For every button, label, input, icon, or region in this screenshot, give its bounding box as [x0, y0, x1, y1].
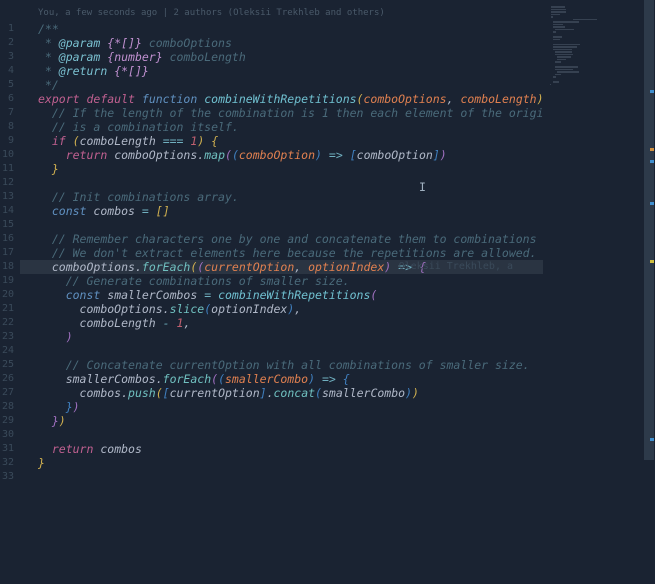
line-number[interactable]: 12 — [0, 176, 14, 190]
code-line[interactable]: } — [20, 456, 543, 470]
line-number[interactable]: 13 — [0, 190, 14, 204]
line-number[interactable]: 30 — [0, 428, 14, 442]
code-line[interactable] — [20, 176, 543, 190]
code-area[interactable]: You, a few seconds ago | 2 authors (Olek… — [20, 0, 543, 584]
code-line[interactable]: // Remember characters one by one and co… — [20, 232, 543, 246]
overview-marker[interactable] — [650, 438, 654, 441]
line-number[interactable]: 14 — [0, 204, 14, 218]
code-line[interactable]: */ — [20, 78, 543, 92]
code-line[interactable]: comboOptions.slice(optionIndex), — [20, 302, 543, 316]
line-number[interactable]: 31 — [0, 442, 14, 456]
line-number[interactable]: 27 — [0, 386, 14, 400]
git-blame-header: You, a few seconds ago | 2 authors (Olek… — [20, 8, 543, 20]
line-number[interactable]: 4 — [0, 64, 14, 78]
overview-marker[interactable] — [650, 160, 654, 163]
code-line[interactable]: return comboOptions.map((comboOption) =>… — [20, 148, 543, 162]
code-line[interactable]: comboOptions.forEach((currentOption, opt… — [20, 260, 543, 274]
code-lines[interactable]: /** * @param {*[]} comboOptions * @param… — [20, 20, 543, 484]
code-line[interactable]: smallerCombos.forEach((smallerCombo) => … — [20, 372, 543, 386]
code-line[interactable]: combos.push([currentOption].concat(small… — [20, 386, 543, 400]
code-line[interactable]: }) — [20, 400, 543, 414]
code-line[interactable]: // Generate combinations of smaller size… — [20, 274, 543, 288]
line-number[interactable]: 20 — [0, 288, 14, 302]
inline-git-blame: Oleksii Trekhleb, a — [399, 260, 513, 274]
code-line[interactable]: } — [20, 162, 543, 176]
code-line[interactable]: // We don't extract elements here becaus… — [20, 246, 543, 260]
line-number[interactable]: 15 — [0, 218, 14, 232]
line-number[interactable]: 2 — [0, 36, 14, 50]
overview-marker[interactable] — [650, 202, 654, 205]
line-number[interactable]: 28 — [0, 400, 14, 414]
code-line[interactable]: if (comboLength === 1) { — [20, 134, 543, 148]
line-number[interactable]: 7 — [0, 106, 14, 120]
code-line[interactable]: * @param {*[]} comboOptions — [20, 36, 543, 50]
vertical-scrollbar[interactable] — [643, 0, 655, 584]
line-number[interactable]: 5 — [0, 78, 14, 92]
line-number[interactable]: 32 — [0, 456, 14, 470]
code-line[interactable]: // Init combinations array. — [20, 190, 543, 204]
code-line[interactable]: export default function combineWithRepet… — [20, 92, 543, 106]
minimap-content — [547, 6, 639, 89]
line-number[interactable]: 21 — [0, 302, 14, 316]
code-line[interactable]: const combos = [] — [20, 204, 543, 218]
line-number[interactable]: 22 — [0, 316, 14, 330]
code-line[interactable]: // is a combination itself. — [20, 120, 543, 134]
minimap[interactable] — [543, 0, 643, 584]
editor-root: 1234567891011121314151617181920212223242… — [0, 0, 655, 584]
line-number[interactable]: 17 — [0, 246, 14, 260]
line-number[interactable]: 11 — [0, 162, 14, 176]
line-number[interactable]: 23 — [0, 330, 14, 344]
code-line[interactable]: ) — [20, 330, 543, 344]
text-cursor: I — [419, 180, 420, 194]
line-number[interactable]: 9 — [0, 134, 14, 148]
line-number[interactable]: 1 — [0, 22, 14, 36]
line-number[interactable]: 3 — [0, 50, 14, 64]
line-number[interactable]: 6 — [0, 92, 14, 106]
overview-marker[interactable] — [650, 260, 654, 263]
code-line[interactable]: // If the length of the combination is 1… — [20, 106, 543, 120]
line-number[interactable]: 10 — [0, 148, 14, 162]
code-line[interactable] — [20, 344, 543, 358]
code-line[interactable]: * @param {number} comboLength — [20, 50, 543, 64]
code-line[interactable]: comboLength - 1, — [20, 316, 543, 330]
line-number[interactable]: 33 — [0, 470, 14, 484]
line-number[interactable]: 8 — [0, 120, 14, 134]
code-line[interactable]: const smallerCombos = combineWithRepetit… — [20, 288, 543, 302]
code-line[interactable]: /** — [20, 22, 543, 36]
code-line[interactable] — [20, 218, 543, 232]
line-number[interactable]: 24 — [0, 344, 14, 358]
code-line[interactable] — [20, 470, 543, 484]
code-line[interactable]: * @return {*[]} — [20, 64, 543, 78]
overview-marker[interactable] — [650, 90, 654, 93]
line-number[interactable]: 26 — [0, 372, 14, 386]
line-number[interactable]: 19 — [0, 274, 14, 288]
line-number[interactable]: 16 — [0, 232, 14, 246]
overview-marker[interactable] — [650, 148, 654, 151]
line-number[interactable]: 18 — [0, 260, 14, 274]
code-line[interactable]: }) — [20, 414, 543, 428]
code-line[interactable] — [20, 428, 543, 442]
scroll-thumb[interactable] — [644, 0, 654, 460]
line-number[interactable]: 25 — [0, 358, 14, 372]
code-line[interactable]: // Concatenate currentOption with all co… — [20, 358, 543, 372]
code-line[interactable]: return combos — [20, 442, 543, 456]
line-number[interactable]: 29 — [0, 414, 14, 428]
line-number-gutter[interactable]: 1234567891011121314151617181920212223242… — [0, 0, 20, 584]
